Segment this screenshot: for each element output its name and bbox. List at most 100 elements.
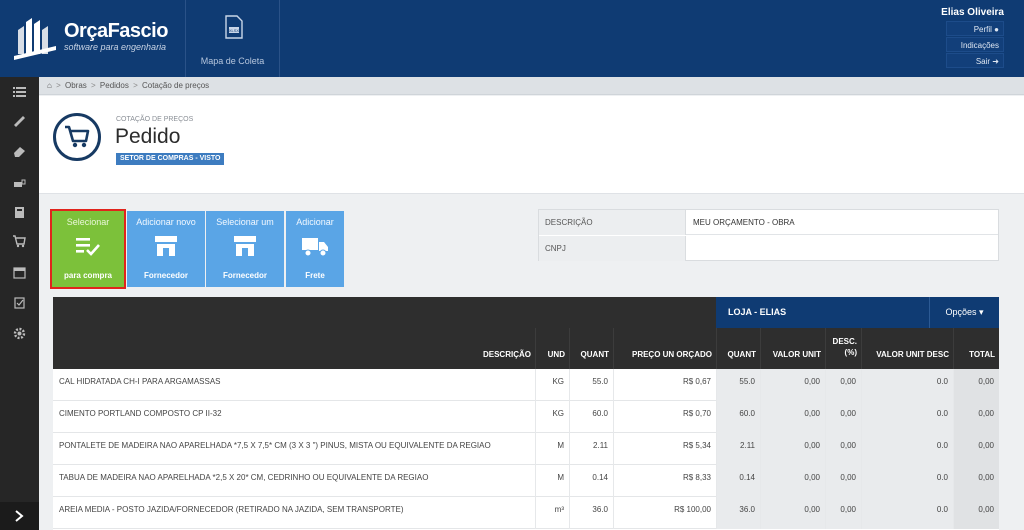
- cell-preco: R$ 100,00: [613, 497, 716, 529]
- cell-vud: 0.0: [861, 497, 953, 529]
- cell-und: m³: [535, 497, 569, 529]
- cell-dp[interactable]: 0,00: [825, 369, 861, 401]
- table-row[interactable]: AREIA MEDIA - POSTO JAZIDA/FORNECEDOR (R…: [53, 497, 999, 529]
- cell-vud: 0.0: [861, 465, 953, 497]
- options-dropdown[interactable]: Opções ▾: [929, 297, 999, 328]
- cart-icon[interactable]: [13, 235, 26, 248]
- cell-vu[interactable]: 0,00: [760, 401, 825, 433]
- menu-list-icon[interactable]: [13, 85, 26, 98]
- cell-vud: 0.0: [861, 401, 953, 433]
- cell-quant: 36.0: [569, 497, 613, 529]
- status-badge: SETOR DE COMPRAS - VISTO: [116, 153, 225, 165]
- user-menu-indicacoes[interactable]: Indicações: [946, 37, 1004, 52]
- store-icon: [155, 236, 177, 256]
- building-logo-icon: [14, 18, 56, 60]
- select-for-purchase-button[interactable]: Selecionar para compra: [50, 209, 126, 289]
- action-top-label: Adicionar novo: [136, 217, 196, 227]
- info-key: CNPJ: [539, 236, 686, 261]
- cell-vud: 0.0: [861, 369, 953, 401]
- book-icon[interactable]: [13, 206, 26, 219]
- page-kicker: COTAÇÃO DE PREÇOS: [116, 116, 194, 123]
- cell-total: 0,00: [953, 369, 999, 401]
- cell-dp[interactable]: 0,00: [825, 401, 861, 433]
- sair-label: Sair: [975, 57, 991, 66]
- perfil-label: Perfil: [973, 25, 992, 34]
- table-row[interactable]: TABUA DE MADEIRA NAO APARELHADA *2,5 X 2…: [53, 465, 999, 497]
- select-supplier-button[interactable]: Selecionar um Fornecedor: [206, 211, 284, 287]
- eraser-icon[interactable]: [13, 145, 26, 158]
- cell-vu[interactable]: 0,00: [760, 465, 825, 497]
- caret-down-icon: ▾: [979, 307, 984, 317]
- col-und: UND: [535, 328, 569, 369]
- ruler-icon[interactable]: [13, 115, 26, 128]
- info-value: MEU ORÇAMENTO - OBRA: [693, 218, 795, 227]
- cell-desc: AREIA MEDIA - POSTO JAZIDA/FORNECEDOR (R…: [59, 505, 404, 514]
- order-info-table: DESCRIÇÃO MEU ORÇAMENTO - OBRA CNPJ: [538, 209, 999, 261]
- breadcrumb-pedidos[interactable]: Pedidos: [100, 81, 129, 90]
- cell-quant: 55.0: [569, 369, 613, 401]
- cell-vu[interactable]: 0,00: [760, 369, 825, 401]
- cell-preco: R$ 5,34: [613, 433, 716, 465]
- user-menu: Perfil ● Indicações Sair ➜: [946, 21, 1004, 69]
- truck-lock-icon[interactable]: [13, 176, 26, 189]
- add-new-supplier-button[interactable]: Adicionar novo Fornecedor: [127, 211, 205, 287]
- user-menu-perfil[interactable]: Perfil ●: [946, 21, 1004, 36]
- col-quant: QUANT: [569, 328, 613, 369]
- cell-vu[interactable]: 0,00: [760, 433, 825, 465]
- user-panel: Elias Oliveira Perfil ● Indicações Sair …: [924, 0, 1024, 77]
- col-preco-orcado: PREÇO UN ORÇADO: [613, 328, 716, 369]
- cell-total: 0,00: [953, 433, 999, 465]
- quote-grid: LOJA - ELIAS Opções ▾ DESCRIÇÃO UND QUAN…: [53, 297, 999, 530]
- cell-dp[interactable]: 0,00: [825, 433, 861, 465]
- grid-header: LOJA - ELIAS Opções ▾ DESCRIÇÃO UND QUAN…: [53, 297, 999, 369]
- cell-total: 0,00: [953, 497, 999, 529]
- action-bottom-label: Fornecedor: [143, 271, 188, 280]
- cell-q2: 55.0: [716, 369, 760, 401]
- action-bottom-label: Fornecedor: [222, 271, 267, 280]
- cell-total: 0,00: [953, 401, 999, 433]
- add-freight-button[interactable]: Adicionar Frete: [286, 211, 344, 287]
- cell-und: M: [535, 465, 569, 497]
- page-title: Pedido: [115, 125, 181, 148]
- options-label: Opções: [945, 307, 977, 317]
- cell-vu[interactable]: 0,00: [760, 497, 825, 529]
- indicacoes-label: Indicações: [960, 41, 999, 50]
- cell-quant: 0.14: [569, 465, 613, 497]
- top-header: OrçaFascio software para engenharia XLSX…: [0, 0, 1024, 77]
- cell-dp[interactable]: 0,00: [825, 465, 861, 497]
- cell-preco: R$ 0,67: [613, 369, 716, 401]
- nav-tile-mapa-de-coleta[interactable]: XLSX Mapa de Coleta: [185, 0, 280, 77]
- calendar-icon[interactable]: [13, 266, 26, 279]
- sidebar-expand-button[interactable]: [0, 502, 39, 530]
- breadcrumb: ⌂ > Obras > Pedidos > Cotação de preços: [39, 77, 1024, 95]
- page-cart-badge: [53, 113, 101, 161]
- truck-icon: [302, 238, 328, 257]
- cell-q2: 36.0: [716, 497, 760, 529]
- home-icon[interactable]: ⌂: [47, 81, 52, 90]
- col-quant-loja: QUANT: [716, 328, 760, 369]
- cell-desc: CAL HIDRATADA CH-I PARA ARGAMASSAS: [59, 377, 221, 386]
- table-row[interactable]: PONTALETE DE MADEIRA NAO APARELHADA *7,5…: [53, 433, 999, 465]
- user-menu-sair[interactable]: Sair ➜: [946, 53, 1004, 68]
- col-descricao: DESCRIÇÃO: [482, 350, 531, 359]
- info-row-cnpj: CNPJ: [539, 236, 998, 261]
- breadcrumb-obras[interactable]: Obras: [65, 81, 87, 90]
- user-icon: ●: [994, 25, 999, 34]
- logout-icon: ➜: [992, 57, 999, 66]
- brand-logo[interactable]: OrçaFascio software para engenharia: [12, 14, 172, 60]
- clipboard-icon[interactable]: [13, 296, 26, 309]
- table-row[interactable]: CIMENTO PORTLAND COMPOSTO CP II-32 KG 60.0…: [53, 401, 999, 433]
- col-valor-unit: VALOR UNIT: [760, 328, 825, 369]
- cell-q2: 60.0: [716, 401, 760, 433]
- cell-und: KG: [535, 369, 569, 401]
- info-row-descricao: DESCRIÇÃO MEU ORÇAMENTO - OBRA: [539, 210, 998, 235]
- store-name: LOJA - ELIAS: [728, 307, 787, 317]
- gear-icon[interactable]: [13, 327, 26, 340]
- table-row[interactable]: CAL HIDRATADA CH-I PARA ARGAMASSAS KG 55.0…: [53, 369, 999, 401]
- cell-q2: 2.11: [716, 433, 760, 465]
- action-toolbar: Selecionar para compra Adicionar novo Fo…: [50, 209, 352, 289]
- chevron-right-icon: [15, 510, 24, 522]
- cell-q2: 0.14: [716, 465, 760, 497]
- cell-dp[interactable]: 0,00: [825, 497, 861, 529]
- action-top-label: Adicionar: [296, 217, 334, 227]
